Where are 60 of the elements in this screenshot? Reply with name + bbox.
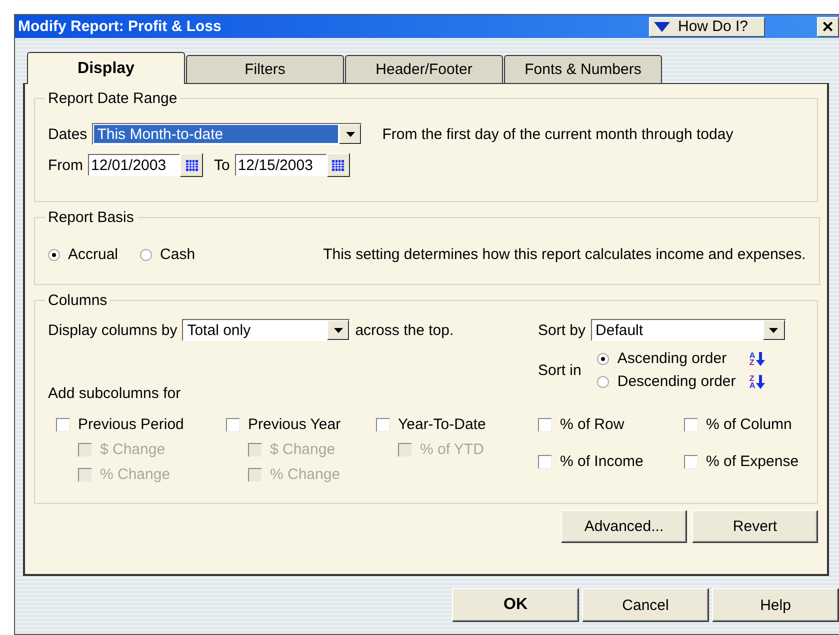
- checkbox-label[interactable]: Previous Year: [248, 416, 341, 433]
- tab[interactable]: Filters: [186, 55, 344, 83]
- checkbox[interactable]: [538, 454, 552, 468]
- checkbox[interactable]: [684, 418, 698, 432]
- dialog-button[interactable]: OK: [452, 588, 579, 622]
- radio-label[interactable]: Cash: [160, 246, 196, 263]
- subcolumns-label: Add subcolumns for: [48, 385, 182, 402]
- dates-dropdown[interactable]: This Month-to-date: [92, 123, 362, 145]
- display-columns-dropdown[interactable]: Total only: [182, 319, 350, 341]
- radio-button[interactable]: [48, 248, 60, 260]
- caret-icon: [769, 328, 778, 332]
- radio-button[interactable]: [597, 352, 610, 364]
- checkbox[interactable]: [684, 454, 698, 468]
- checkbox[interactable]: [226, 418, 240, 432]
- tab[interactable]: Fonts & Numbers: [504, 55, 662, 83]
- dialog-button[interactable]: Cancel: [582, 588, 709, 622]
- basis-description: This setting determines how this report calculates income and expenses.: [323, 246, 806, 263]
- from-label: From: [48, 156, 83, 174]
- radio-label[interactable]: Accrual: [68, 246, 118, 263]
- checkbox-label[interactable]: Previous Period: [78, 416, 184, 433]
- window-title: Modify Report: Profit & Loss: [17, 18, 222, 35]
- tab[interactable]: Display: [27, 52, 185, 84]
- dates-label: Dates: [48, 126, 88, 142]
- checkbox[interactable]: [56, 418, 70, 432]
- date-field[interactable]: 12/01/2003: [88, 154, 180, 176]
- caret-icon: [346, 132, 355, 136]
- calendar-icon: [186, 160, 198, 170]
- caret-icon: [334, 328, 343, 332]
- group-title: Columns: [47, 292, 108, 309]
- help-menu-button[interactable]: How Do I?: [649, 16, 765, 36]
- checkbox-label[interactable]: Year-To-Date: [398, 416, 486, 433]
- panel-button[interactable]: Advanced...: [561, 510, 687, 543]
- checkbox[interactable]: [538, 418, 552, 432]
- sort-by-label: Sort by: [538, 322, 586, 338]
- dialog-button[interactable]: Help: [712, 588, 839, 622]
- group-title: Report Basis: [47, 209, 135, 226]
- radio-button[interactable]: [597, 376, 610, 388]
- radio-label[interactable]: Descending order: [617, 373, 742, 390]
- radio-label[interactable]: Ascending order: [617, 350, 742, 367]
- display-columns-label: Display columns by: [48, 322, 178, 338]
- checkbox-label[interactable]: % of Column: [706, 416, 792, 433]
- checkbox-label[interactable]: % of Expense: [706, 453, 799, 470]
- caret-icon: [654, 22, 670, 32]
- sort-in-label: Sort in: [538, 362, 582, 378]
- close-button[interactable]: ✕: [817, 16, 839, 36]
- display-columns-suffix: across the top.: [355, 322, 454, 338]
- calendar-icon: [332, 160, 344, 170]
- to-label: To: [214, 156, 230, 174]
- group-title: Report Date Range: [47, 90, 178, 107]
- checkbox-label[interactable]: % of Income: [560, 453, 644, 470]
- panel-button[interactable]: Revert: [692, 510, 818, 543]
- calendar-button[interactable]: [180, 153, 203, 177]
- tab[interactable]: Header/Footer: [345, 55, 503, 83]
- checkbox[interactable]: [376, 418, 390, 432]
- calendar-button[interactable]: [326, 153, 350, 177]
- sort-by-dropdown[interactable]: Default: [590, 319, 786, 341]
- dates-description: From the first day of the current month through today: [382, 126, 734, 142]
- radio-button[interactable]: [140, 248, 152, 260]
- checkbox-label[interactable]: % of Row: [560, 416, 624, 433]
- date-field[interactable]: 12/15/2003: [234, 154, 327, 176]
